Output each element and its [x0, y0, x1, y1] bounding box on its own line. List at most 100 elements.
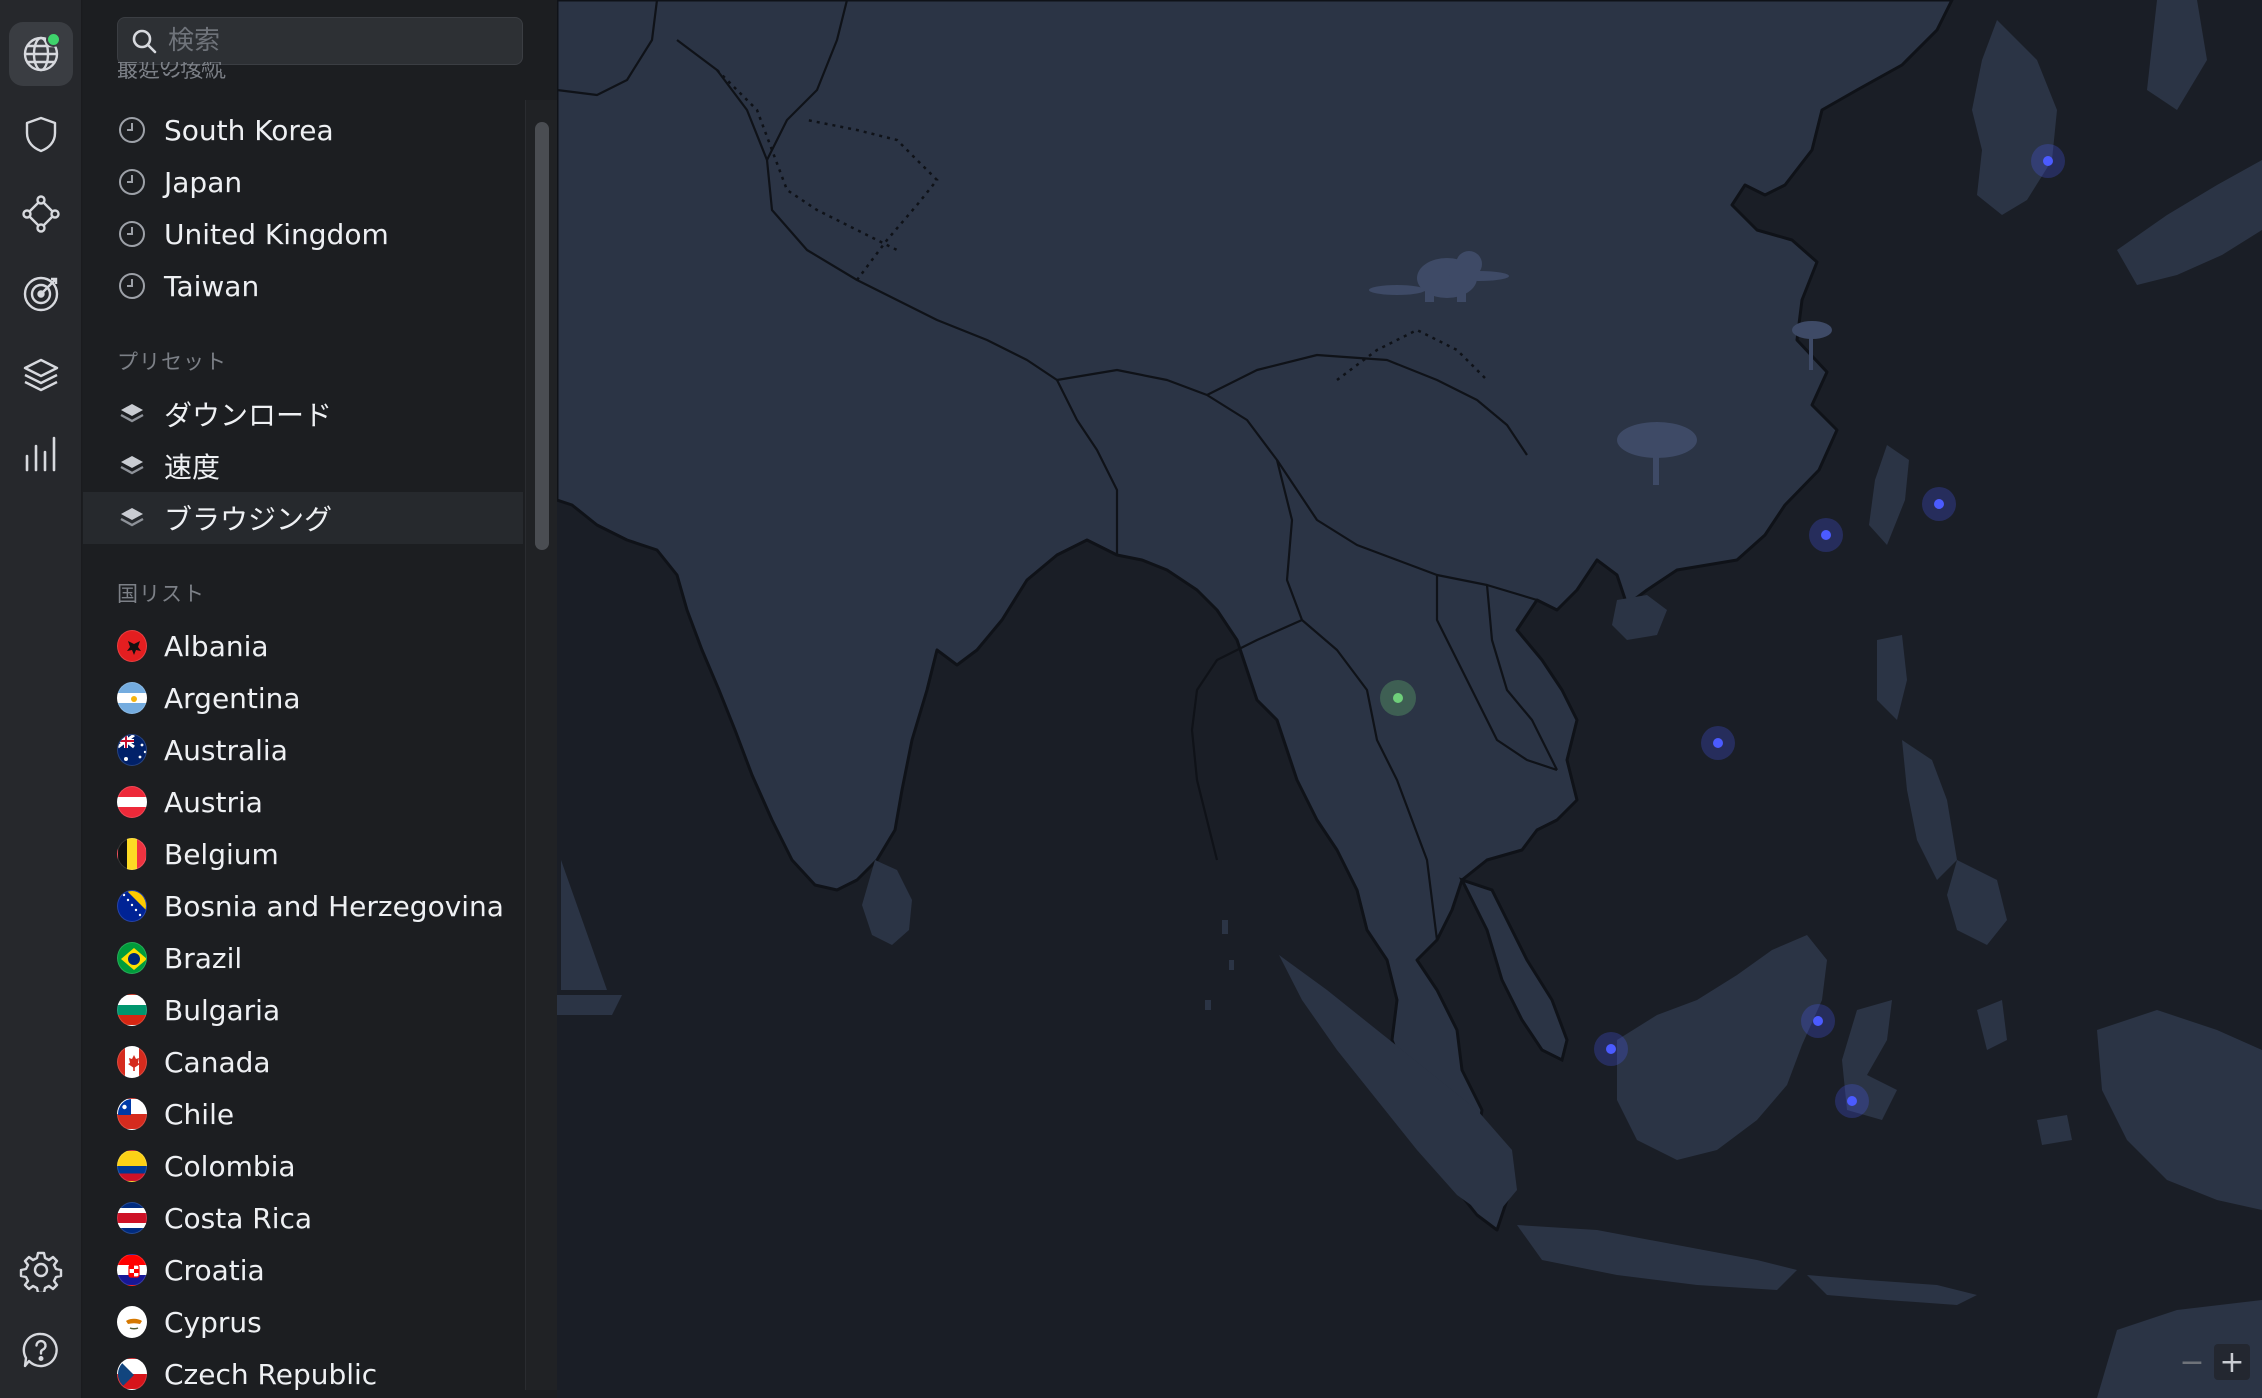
server-pin-taiwan[interactable]	[1922, 487, 1956, 521]
country-item[interactable]: Croatia	[83, 1244, 523, 1296]
server-pin-malaysia[interactable]	[1801, 1004, 1835, 1038]
specialty-servers-button[interactable]	[9, 342, 73, 406]
country-item-label: Bulgaria	[164, 993, 281, 1027]
country-item[interactable]: Austria	[83, 776, 523, 828]
recent-item-label: South Korea	[164, 113, 334, 147]
clock-icon	[117, 271, 147, 301]
statistics-button[interactable]	[9, 422, 73, 486]
australia-flag-icon	[117, 734, 147, 766]
preset-item[interactable]: 速度	[83, 440, 523, 492]
meshnet-button[interactable]	[9, 182, 73, 246]
search-input[interactable]	[168, 26, 508, 56]
country-item-label: Bosnia and Herzegovina	[164, 889, 504, 923]
dark-web-monitor-button[interactable]	[9, 262, 73, 326]
bosnia-flag-icon	[117, 890, 147, 922]
costa-rica-flag-icon	[117, 1202, 147, 1234]
layers-icon	[117, 451, 147, 481]
target-icon	[23, 276, 59, 312]
country-item[interactable]: Chile	[83, 1088, 523, 1140]
czech-flag-icon	[117, 1358, 147, 1390]
country-item-label: Costa Rica	[164, 1201, 313, 1235]
search-field[interactable]	[117, 17, 523, 65]
server-list[interactable]: 最近の接続 South Korea Japan United Kingdom T…	[83, 60, 523, 1398]
country-item-label: Belgium	[164, 837, 279, 871]
country-item[interactable]: Bosnia and Herzegovina	[83, 880, 523, 932]
canada-flag-icon	[117, 1046, 147, 1078]
layers-icon	[117, 399, 147, 429]
recent-connections-heading-partial: 最近の接続	[117, 62, 222, 76]
country-item-label: Canada	[164, 1045, 271, 1079]
country-item[interactable]: Czech Republic	[83, 1348, 523, 1398]
server-pin-indonesia[interactable]	[1835, 1084, 1869, 1118]
server-pin-south-korea[interactable]	[2031, 144, 2065, 178]
country-item[interactable]: Argentina	[83, 672, 523, 724]
country-item-label: Czech Republic	[164, 1357, 378, 1391]
country-item[interactable]: Costa Rica	[83, 1192, 523, 1244]
clock-icon	[117, 167, 147, 197]
list-scrollbar[interactable]	[525, 100, 557, 1390]
cyprus-flag-icon	[117, 1306, 147, 1338]
croatia-flag-icon	[117, 1254, 147, 1286]
preset-item[interactable]: ダウンロード	[83, 388, 523, 440]
albania-flag-icon	[117, 630, 147, 662]
server-pin-hong-kong[interactable]	[1809, 518, 1843, 552]
country-item[interactable]: Brazil	[83, 932, 523, 984]
recent-item[interactable]: United Kingdom	[83, 208, 523, 260]
country-item[interactable]: Australia	[83, 724, 523, 776]
colombia-flag-icon	[117, 1150, 147, 1182]
shield-icon	[25, 116, 57, 153]
threat-protection-button[interactable]	[9, 102, 73, 166]
recent-item[interactable]: Japan	[83, 156, 523, 208]
preset-item[interactable]: ブラウジング	[83, 492, 523, 544]
server-list-panel: 最近の接続 South Korea Japan United Kingdom T…	[83, 0, 557, 1398]
belgium-flag-icon	[117, 838, 147, 870]
clock-icon	[117, 219, 147, 249]
layers-icon	[23, 358, 59, 392]
server-map[interactable]: − +	[557, 0, 2262, 1398]
country-item[interactable]: Cyprus	[83, 1296, 523, 1348]
recent-item[interactable]: Taiwan	[83, 260, 523, 312]
globe-map-button[interactable]	[9, 22, 73, 86]
country-item[interactable]: Canada	[83, 1036, 523, 1088]
zoom-controls: − +	[2174, 1344, 2250, 1380]
bulgaria-flag-icon	[117, 994, 147, 1026]
argentina-flag-icon	[117, 682, 147, 714]
country-item-label: Brazil	[164, 941, 243, 975]
presets-heading: プリセット	[117, 350, 227, 374]
chile-flag-icon	[117, 1098, 147, 1130]
meshnet-icon	[22, 195, 60, 233]
country-item[interactable]: Belgium	[83, 828, 523, 880]
preset-item-label: ダウンロード	[164, 399, 333, 432]
settings-button[interactable]	[9, 1238, 73, 1302]
zoom-out-button[interactable]: −	[2174, 1344, 2210, 1380]
gear-icon	[19, 1251, 63, 1292]
zoom-in-button[interactable]: +	[2214, 1344, 2250, 1380]
recent-heading-clip: 最近の接続	[117, 62, 317, 76]
preset-item-label: ブラウジング	[164, 503, 333, 536]
help-button[interactable]	[9, 1318, 73, 1382]
country-item-label: Albania	[164, 629, 269, 663]
country-item[interactable]: Colombia	[83, 1140, 523, 1192]
country-item-label: Chile	[164, 1097, 235, 1131]
bar-chart-icon	[25, 436, 56, 472]
recent-item[interactable]: South Korea	[83, 104, 523, 156]
server-pin-thailand-connected[interactable]	[1380, 680, 1416, 716]
country-item-label: Cyprus	[164, 1305, 262, 1339]
country-item-label: Austria	[164, 785, 263, 819]
recent-item-label: Taiwan	[164, 269, 260, 303]
country-item-label: Australia	[164, 733, 288, 767]
search-icon	[132, 29, 157, 54]
preset-item-label: 速度	[164, 451, 221, 484]
scrollbar-thumb[interactable]	[535, 122, 549, 550]
country-item[interactable]: Bulgaria	[83, 984, 523, 1036]
country-item-label: Croatia	[164, 1253, 265, 1287]
country-item[interactable]: Albania	[83, 620, 523, 672]
austria-flag-icon	[117, 786, 147, 818]
country-item-label: Argentina	[164, 681, 301, 715]
country-list-heading: 国リスト	[117, 582, 205, 606]
brazil-flag-icon	[117, 942, 147, 974]
country-item-label: Colombia	[164, 1149, 296, 1183]
layers-icon	[117, 503, 147, 533]
server-pin-singapore[interactable]	[1594, 1032, 1628, 1066]
server-pin-vietnam[interactable]	[1701, 726, 1735, 760]
